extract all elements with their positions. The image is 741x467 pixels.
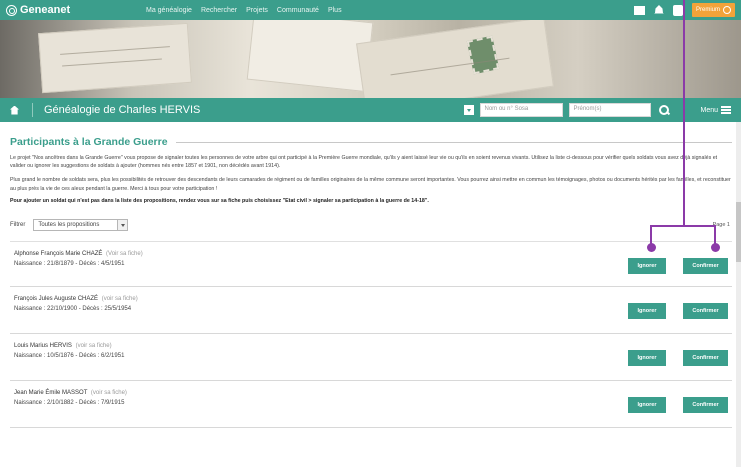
menu-item-projets[interactable]: Projets bbox=[246, 7, 268, 14]
confirm-button[interactable]: Confirmer bbox=[683, 397, 728, 414]
soldier-list: Alphonse François Marie CHAZÉ (Voir sa f… bbox=[10, 241, 732, 429]
divider bbox=[32, 103, 33, 117]
header-banner-image bbox=[0, 20, 741, 98]
ignore-button[interactable]: Ignorer bbox=[628, 258, 666, 275]
main-content: Participants à la Grande Guerre Le proje… bbox=[10, 122, 732, 429]
tree-menu-button[interactable]: Menu bbox=[700, 106, 731, 114]
confirm-button[interactable]: Confirmer bbox=[683, 350, 728, 367]
user-icon[interactable] bbox=[672, 4, 683, 16]
view-record-link[interactable]: (voir sa fiche) bbox=[102, 296, 138, 302]
logo-text: Geneanet bbox=[20, 4, 71, 16]
menu-item-ma-genealogie[interactable]: Ma généalogie bbox=[146, 7, 192, 14]
soldier-dates: Naissance : 10/5/1876 - Décès : 6/2/1951 bbox=[14, 353, 125, 360]
page-title: Participants à la Grande Guerre bbox=[10, 136, 168, 148]
banner-letter bbox=[246, 20, 374, 93]
geneanet-logo[interactable]: Geneanet bbox=[6, 4, 116, 16]
ignore-button[interactable]: Ignorer bbox=[628, 303, 666, 320]
premium-badge[interactable]: Premium bbox=[691, 3, 735, 17]
scrollbar-thumb[interactable] bbox=[736, 202, 741, 262]
name-or-sosa-input[interactable]: Nom ou n° Sosa bbox=[480, 103, 564, 117]
geneanet-logo-icon bbox=[6, 4, 17, 16]
premium-coin-icon bbox=[723, 6, 731, 14]
annotation-line bbox=[650, 225, 716, 227]
list-item: Louis Marius HERVIS (voir sa fiche) Nais… bbox=[10, 334, 732, 382]
soldier-dates: Naissance : 2/10/1882 - Décès : 7/9/1915 bbox=[14, 400, 125, 407]
info-paragraph: Plus grand le nombre de soldats sera, pl… bbox=[10, 177, 731, 192]
menu-item-communaute[interactable]: Communauté bbox=[277, 7, 319, 14]
confirm-button[interactable]: Confirmer bbox=[683, 258, 728, 275]
first-name-input[interactable]: Prénom(s) bbox=[569, 103, 652, 117]
banner-letter bbox=[38, 22, 192, 94]
banner-envelope bbox=[356, 20, 554, 98]
mail-icon[interactable] bbox=[633, 5, 645, 15]
soldier-name: François Jules Auguste CHAZÉ (voir sa fi… bbox=[14, 296, 138, 302]
tree-title[interactable]: Généalogie de Charles HERVIS bbox=[44, 104, 200, 116]
filter-selected-value: Toutes les propositions bbox=[38, 222, 100, 229]
soldier-name: Louis Marius HERVIS (voir sa fiche) bbox=[14, 343, 112, 349]
add-soldier-instructions: Pour ajouter un soldat qui n'est pas dan… bbox=[10, 197, 429, 204]
filter-label: Filtrer bbox=[10, 222, 26, 229]
divider bbox=[175, 141, 732, 143]
scrollbar[interactable] bbox=[736, 122, 741, 467]
filter-bar: Filtrer Toutes les propositions Page 1 bbox=[10, 219, 732, 232]
menu-label: Menu bbox=[700, 106, 718, 114]
section-header: Participants à la Grande Guerre bbox=[10, 136, 732, 148]
soldier-name-text: Louis Marius HERVIS bbox=[14, 343, 72, 350]
confirm-button[interactable]: Confirmer bbox=[683, 303, 728, 320]
view-record-link[interactable]: (Voir sa fiche) bbox=[106, 251, 143, 257]
premium-label: Premium bbox=[695, 7, 720, 13]
list-item: François Jules Auguste CHAZÉ (voir sa fi… bbox=[10, 287, 732, 335]
soldier-name-text: François Jules Auguste CHAZÉ bbox=[14, 296, 99, 303]
annotation-dot bbox=[647, 243, 656, 252]
list-item: Jean Marie Émile MASSOT (voir sa fiche) … bbox=[10, 381, 732, 429]
home-icon[interactable] bbox=[10, 105, 19, 115]
ignore-button[interactable]: Ignorer bbox=[628, 350, 666, 367]
tree-search: Nom ou n° Sosa Prénom(s) Menu bbox=[464, 103, 731, 117]
menu-icon bbox=[721, 106, 731, 114]
soldier-name: Jean Marie Émile MASSOT (voir sa fiche) bbox=[14, 390, 127, 396]
dropdown-icon[interactable] bbox=[464, 105, 475, 115]
soldier-dates: Naissance : 22/10/1900 - Décès : 25/5/19… bbox=[14, 306, 132, 313]
chevron-down-icon bbox=[117, 220, 128, 231]
filter-select[interactable]: Toutes les propositions bbox=[33, 219, 129, 232]
annotation-line bbox=[683, 0, 685, 225]
bottom-fade bbox=[0, 452, 741, 467]
tree-title-bar: Généalogie de Charles HERVIS Nom ou n° S… bbox=[0, 98, 741, 122]
menu-item-rechercher[interactable]: Rechercher bbox=[201, 7, 237, 14]
list-item: Alphonse François Marie CHAZÉ (Voir sa f… bbox=[10, 242, 732, 288]
annotation-line bbox=[650, 225, 652, 245]
annotation-dot bbox=[711, 243, 720, 252]
bell-icon[interactable] bbox=[653, 5, 664, 14]
main-menu: Ma généalogie Rechercher Projets Communa… bbox=[146, 7, 342, 14]
intro-paragraph: Le projet "Nos ancêtres dans la Grande G… bbox=[10, 155, 718, 170]
search-icon[interactable] bbox=[659, 105, 670, 115]
soldier-name: Alphonse François Marie CHAZÉ (Voir sa f… bbox=[14, 251, 143, 257]
top-navbar: Geneanet Ma généalogie Rechercher Projet… bbox=[0, 0, 741, 20]
menu-item-plus[interactable]: Plus bbox=[328, 7, 342, 14]
soldier-dates: Naissance : 21/8/1879 - Décès : 4/5/1951 bbox=[14, 261, 125, 268]
soldier-name-text: Alphonse François Marie CHAZÉ bbox=[14, 251, 103, 258]
view-record-link[interactable]: (voir sa fiche) bbox=[91, 390, 127, 396]
view-record-link[interactable]: (voir sa fiche) bbox=[76, 343, 112, 349]
ignore-button[interactable]: Ignorer bbox=[628, 397, 666, 414]
annotation-line bbox=[714, 225, 716, 245]
soldier-name-text: Jean Marie Émile MASSOT bbox=[14, 390, 88, 397]
